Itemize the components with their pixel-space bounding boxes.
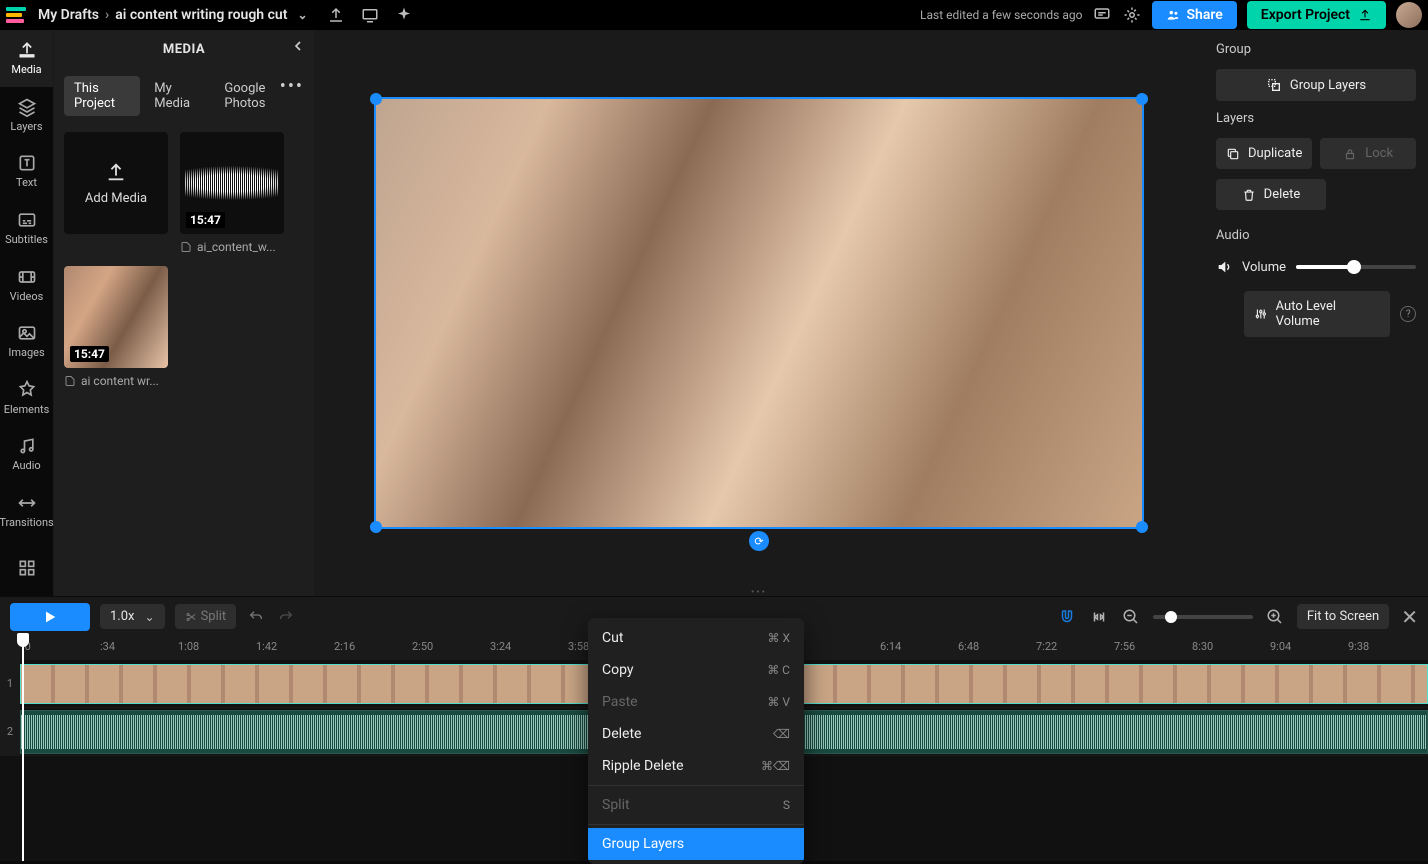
sparkle-icon[interactable] (394, 5, 414, 25)
ctx-copy[interactable]: Copy⌘ C (588, 654, 804, 686)
media-item-audio[interactable]: 15:47 ai_content_w... (180, 132, 284, 254)
media-panel: MEDIA ••• This Project My Media Google P… (54, 30, 314, 596)
share-button[interactable]: Share (1152, 1, 1236, 29)
fit-to-screen-button[interactable]: Fit to Screen (1297, 604, 1389, 629)
nav-videos[interactable]: Videos (0, 256, 53, 313)
comment-icon[interactable] (1092, 5, 1112, 25)
ctx-delete[interactable]: Delete⌫ (588, 718, 804, 750)
canvas[interactable]: ••• ⟳ (314, 30, 1204, 596)
media-grid: Add Media 15:47 ai_content_w... 15:47 ai… (54, 122, 314, 398)
track-number: 1 (0, 660, 20, 707)
sliders-icon (1254, 307, 1268, 321)
more-icon[interactable]: ••• (280, 76, 304, 97)
main: Media Layers Text Subtitles Videos Image… (0, 30, 1428, 596)
upload-icon[interactable] (326, 5, 346, 25)
playhead[interactable] (22, 636, 24, 861)
breadcrumb-root[interactable]: My Drafts (38, 7, 99, 23)
upload-icon (105, 161, 127, 183)
nav-text[interactable]: Text (0, 143, 53, 200)
chevron-right-icon: › (105, 7, 109, 23)
lock-button[interactable]: Lock (1320, 138, 1416, 169)
play-button[interactable] (10, 603, 90, 631)
group-icon (1266, 77, 1282, 93)
export-icon (1358, 8, 1372, 22)
group-layers-button[interactable]: Group Layers (1216, 69, 1416, 101)
resize-handle[interactable] (370, 521, 382, 533)
people-icon (1166, 8, 1180, 22)
avatar[interactable] (1396, 2, 1422, 28)
rotate-handle[interactable]: ⟳ (749, 531, 769, 551)
magnet-icon[interactable] (1057, 607, 1077, 627)
media-item-video[interactable]: 15:47 ai content wr... (64, 266, 168, 388)
chevron-down-icon: ⌄ (145, 610, 155, 624)
duplicate-icon (1226, 147, 1240, 161)
nav-more[interactable] (0, 539, 53, 596)
volume-slider[interactable] (1296, 265, 1416, 269)
resize-handle[interactable] (1136, 93, 1148, 105)
tab-my-media[interactable]: My Media (144, 76, 210, 116)
delete-button[interactable]: Delete (1216, 179, 1326, 210)
zoom-in-icon[interactable] (1265, 607, 1285, 627)
zoom-slider[interactable] (1153, 615, 1253, 619)
tab-this-project[interactable]: This Project (64, 76, 140, 116)
export-button[interactable]: Export Project (1247, 1, 1386, 29)
ctx-group-layers[interactable]: Group Layers (588, 828, 804, 860)
video-frame[interactable]: ⟳ (374, 97, 1144, 529)
drag-handle-icon[interactable]: ••• (751, 587, 767, 598)
menu-separator (588, 824, 804, 825)
gear-icon[interactable] (1122, 5, 1142, 25)
split-button[interactable]: Split (175, 604, 237, 629)
nav-images[interactable]: Images (0, 313, 53, 370)
file-icon (64, 375, 76, 387)
ctx-cut[interactable]: Cut⌘ X (588, 622, 804, 654)
auto-level-button[interactable]: Auto Level Volume (1244, 291, 1390, 337)
lock-icon (1343, 147, 1357, 161)
last-edited-label: Last edited a few seconds ago (920, 8, 1082, 22)
nav-media[interactable]: Media (0, 30, 53, 87)
speed-selector[interactable]: 1.0x⌄ (100, 604, 165, 629)
right-panel: Group Group Layers Layers Duplicate Lock… (1204, 30, 1428, 596)
zoom-out-icon[interactable] (1121, 607, 1141, 627)
breadcrumb-project[interactable]: ai content writing rough cut (115, 7, 287, 23)
nav-subtitles[interactable]: Subtitles (0, 200, 53, 257)
nav-layers[interactable]: Layers (0, 87, 53, 144)
breadcrumb: My Drafts › ai content writing rough cut… (38, 7, 308, 23)
nav-elements[interactable]: Elements (0, 370, 53, 427)
context-menu: Cut⌘ X Copy⌘ C Paste⌘ V Delete⌫ Ripple D… (588, 618, 804, 864)
trim-icon[interactable] (1089, 607, 1109, 627)
screen-icon[interactable] (360, 5, 380, 25)
undo-icon[interactable] (246, 607, 266, 627)
add-media-card[interactable]: Add Media (64, 132, 168, 254)
track-number: 2 (0, 708, 20, 755)
nav-audio[interactable]: Audio (0, 426, 53, 483)
ctx-split: SplitS (588, 789, 804, 821)
media-panel-header: MEDIA (54, 30, 314, 68)
help-icon[interactable]: ? (1400, 306, 1416, 322)
group-section-label: Group (1216, 42, 1416, 57)
app-logo[interactable] (6, 7, 28, 23)
resize-handle[interactable] (1136, 521, 1148, 533)
close-icon[interactable]: ✕ (1401, 605, 1418, 629)
layers-section-label: Layers (1216, 111, 1416, 126)
trash-icon (1242, 188, 1256, 202)
menu-separator (588, 785, 804, 786)
collapse-icon[interactable] (290, 38, 306, 54)
resize-handle[interactable] (370, 93, 382, 105)
scissors-icon (185, 611, 197, 623)
duplicate-button[interactable]: Duplicate (1216, 138, 1312, 169)
volume-label: Volume (1242, 260, 1286, 275)
redo-icon[interactable] (276, 607, 296, 627)
nav-transitions[interactable]: Transitions (0, 483, 53, 540)
ctx-ripple-delete[interactable]: Ripple Delete⌘⌫ (588, 750, 804, 782)
file-icon (180, 241, 192, 253)
left-nav: Media Layers Text Subtitles Videos Image… (0, 30, 54, 596)
volume-icon (1216, 259, 1232, 275)
ctx-paste: Paste⌘ V (588, 686, 804, 718)
media-tabs: This Project My Media Google Photos (54, 68, 314, 122)
topbar: My Drafts › ai content writing rough cut… (0, 0, 1428, 30)
audio-section-label: Audio (1216, 228, 1416, 243)
chevron-down-icon[interactable]: ⌄ (297, 8, 307, 22)
